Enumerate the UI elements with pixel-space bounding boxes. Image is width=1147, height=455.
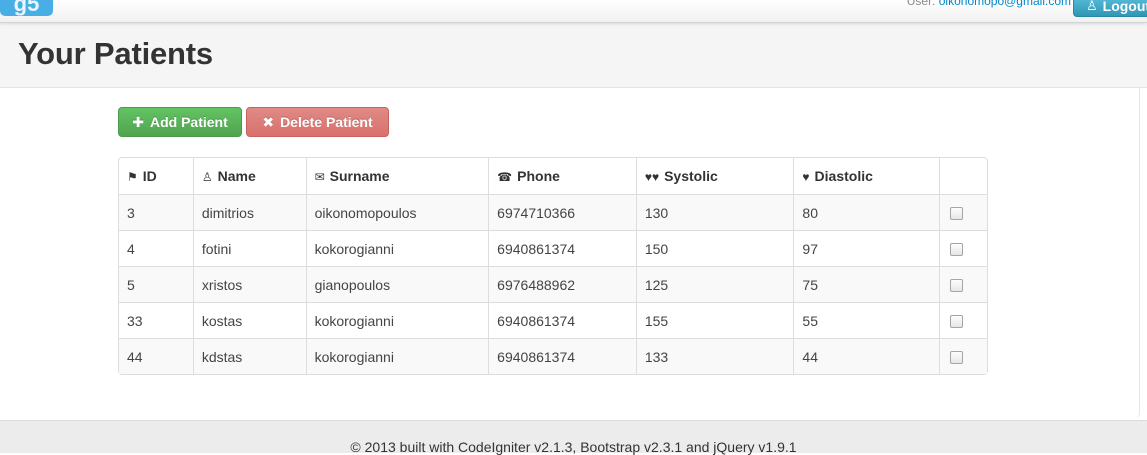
column-header-id: ⚑ ID bbox=[119, 158, 193, 194]
cell-phone: 6940861374 bbox=[488, 302, 636, 338]
row-checkbox[interactable] bbox=[950, 206, 964, 220]
column-header-systolic: ♥♥ Systolic bbox=[635, 158, 794, 194]
user-icon: ♙ bbox=[1086, 0, 1098, 13]
cell-diastolic: 80 bbox=[793, 194, 940, 230]
column-header-phone-label: Phone bbox=[517, 168, 560, 184]
row-checkbox[interactable] bbox=[950, 278, 964, 292]
table-row[interactable]: 5 xristos gianopoulos 6976488962 125 75 bbox=[119, 266, 987, 302]
page-header: Your Patients bbox=[0, 23, 1147, 88]
cell-systolic: 133 bbox=[635, 338, 794, 374]
cell-surname: oikonomopoulos bbox=[305, 194, 489, 230]
tags-icon: ⚑ bbox=[127, 170, 138, 184]
user-label: User: bbox=[906, 0, 939, 8]
cell-surname: kokorogianni bbox=[305, 302, 489, 338]
cell-phone: 6976488962 bbox=[488, 266, 636, 302]
add-patient-label: Add Patient bbox=[149, 114, 228, 130]
hearts-icon: ♥♥ bbox=[644, 170, 660, 184]
column-header-name: ♙ Name bbox=[192, 158, 306, 194]
table-row[interactable]: 3 dimitrios oikonomopoulos 6974710366 13… bbox=[119, 194, 987, 230]
cell-id: 3 bbox=[119, 194, 193, 230]
cell-systolic: 125 bbox=[635, 266, 794, 302]
cell-select bbox=[939, 302, 987, 338]
cell-id: 4 bbox=[119, 230, 193, 266]
envelope-icon: ✉ bbox=[314, 170, 325, 184]
cell-diastolic: 75 bbox=[793, 266, 940, 302]
logout-label: Logout bbox=[1102, 0, 1147, 14]
table-body: 3 dimitrios oikonomopoulos 6974710366 13… bbox=[119, 194, 987, 374]
cell-id: 5 bbox=[119, 266, 193, 302]
row-checkbox[interactable] bbox=[950, 314, 964, 328]
cell-diastolic: 44 bbox=[793, 338, 940, 374]
page-title: Your Patients bbox=[18, 36, 213, 71]
user-icon: ♙ bbox=[201, 170, 213, 184]
column-header-id-label: ID bbox=[142, 168, 157, 184]
column-header-diastolic-label: Diastolic bbox=[814, 168, 873, 184]
cell-id: 33 bbox=[119, 302, 193, 338]
cell-name: fotini bbox=[192, 230, 306, 266]
table-row[interactable]: 44 kdstas kokorogianni 6940861374 133 44 bbox=[119, 338, 987, 374]
cell-systolic: 130 bbox=[635, 194, 794, 230]
user-info: User: oikonomopo@gmail.com bbox=[907, 0, 1071, 8]
remove-icon: ✖ bbox=[262, 113, 275, 130]
cell-diastolic: 55 bbox=[793, 302, 940, 338]
delete-patient-button[interactable]: ✖ Delete Patient bbox=[246, 107, 389, 137]
column-header-select bbox=[939, 158, 987, 194]
heart-icon: ♥ bbox=[802, 170, 810, 184]
cell-name: xristos bbox=[192, 266, 306, 302]
add-patient-button[interactable]: ✚ Add Patient bbox=[118, 107, 242, 137]
footer-text: © 2013 built with CodeIgniter v2.1.3, Bo… bbox=[350, 439, 797, 455]
cell-surname: gianopoulos bbox=[305, 266, 489, 302]
user-email-link[interactable]: oikonomopo@gmail.com bbox=[939, 0, 1071, 8]
column-header-phone: ☎ Phone bbox=[488, 158, 636, 194]
cell-systolic: 150 bbox=[635, 230, 794, 266]
cell-phone: 6974710366 bbox=[488, 194, 636, 230]
cell-phone: 6940861374 bbox=[488, 230, 636, 266]
cell-select bbox=[939, 194, 987, 230]
delete-patient-label: Delete Patient bbox=[280, 114, 373, 130]
column-header-surname-label: Surname bbox=[329, 168, 390, 184]
column-header-surname: ✉ Surname bbox=[305, 158, 489, 194]
table-header-row: ⚑ ID ♙ Name ✉ Surname ☎ Phone ♥♥ Systolic ♥ Di… bbox=[119, 158, 987, 194]
cell-phone: 6940861374 bbox=[488, 338, 636, 374]
cell-select bbox=[939, 338, 987, 374]
column-header-systolic-label: Systolic bbox=[664, 168, 718, 184]
column-header-name-label: Name bbox=[217, 168, 256, 184]
logout-button[interactable]: ♙ Logout bbox=[1073, 0, 1147, 17]
cell-select bbox=[939, 230, 987, 266]
table-row[interactable]: 33 kostas kokorogianni 6940861374 155 55 bbox=[119, 302, 987, 338]
footer: © 2013 built with CodeIgniter v2.1.3, Bo… bbox=[0, 420, 1147, 455]
cell-name: kdstas bbox=[192, 338, 306, 374]
plus-icon: ✚ bbox=[132, 113, 144, 130]
cell-surname: kokorogianni bbox=[305, 230, 489, 266]
top-navbar: g5 User: oikonomopo@gmail.com ♙ Logout bbox=[0, 0, 1147, 23]
patients-table: ⚑ ID ♙ Name ✉ Surname ☎ Phone ♥♥ Systolic ♥ Di… bbox=[118, 157, 988, 375]
table-header: ⚑ ID ♙ Name ✉ Surname ☎ Phone ♥♥ Systolic ♥ Di… bbox=[119, 158, 987, 194]
column-header-diastolic: ♥ Diastolic bbox=[793, 158, 939, 194]
cell-diastolic: 97 bbox=[793, 230, 940, 266]
table-row[interactable]: 4 fotini kokorogianni 6940861374 150 97 bbox=[119, 230, 987, 266]
headphones-icon: ☎ bbox=[497, 170, 513, 184]
cell-systolic: 155 bbox=[635, 302, 794, 338]
cell-select bbox=[939, 266, 987, 302]
cell-name: kostas bbox=[192, 302, 306, 338]
cell-surname: kokorogianni bbox=[305, 338, 489, 374]
row-checkbox[interactable] bbox=[950, 350, 964, 364]
row-checkbox[interactable] bbox=[950, 242, 964, 256]
brand-logo[interactable]: g5 bbox=[0, 0, 53, 16]
cell-id: 44 bbox=[119, 338, 193, 374]
cell-name: dimitrios bbox=[192, 194, 306, 230]
